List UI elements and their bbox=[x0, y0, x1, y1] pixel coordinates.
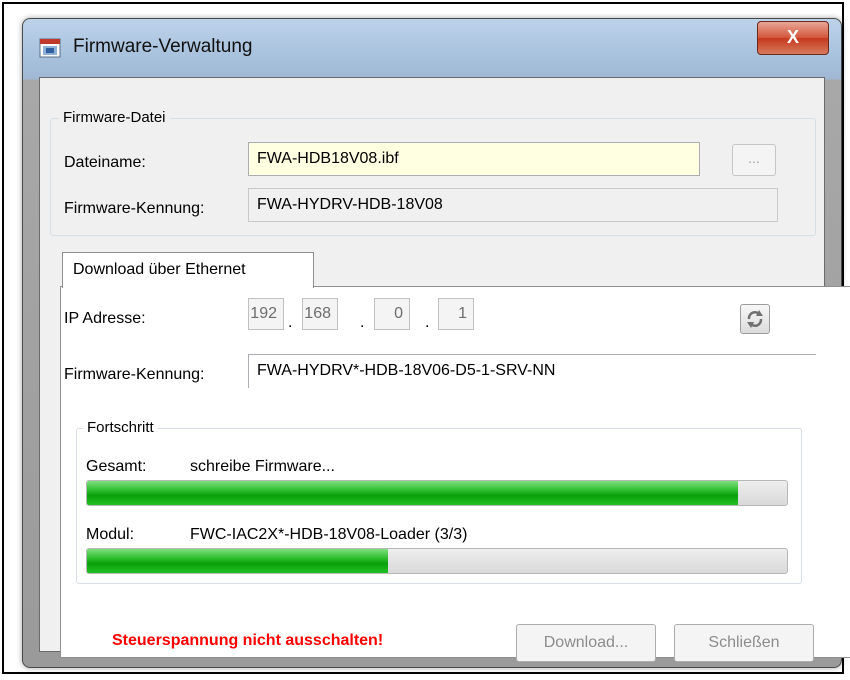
ip-octet-4: 1 bbox=[438, 298, 474, 330]
firmware-id-label: Firmware-Kennung: bbox=[64, 200, 205, 217]
refresh-icon bbox=[747, 310, 763, 328]
tab-download-ethernet[interactable]: Download über Ethernet bbox=[62, 252, 314, 288]
dialog-client-area: Firmware-Datei Dateiname: FWA-HDB18V08.i… bbox=[39, 77, 850, 662]
ip-octet-1: 192 bbox=[248, 298, 284, 330]
group-title-progress: Fortschritt bbox=[83, 419, 158, 436]
window-title: Firmware-Verwaltung bbox=[73, 36, 253, 57]
total-progress-status: schreibe Firmware... bbox=[190, 458, 335, 475]
module-progress-label: Modul: bbox=[86, 526, 135, 543]
firmware-window: Firmware-Verwaltung X Firmware-Datei Dat… bbox=[22, 18, 850, 668]
ip-separator: . bbox=[288, 314, 293, 331]
title-bar[interactable]: Firmware-Verwaltung X bbox=[23, 19, 841, 77]
warning-text: Steuerspannung nicht ausschalten! bbox=[112, 632, 384, 649]
app-icon bbox=[39, 38, 61, 58]
ip-octet-3: 0 bbox=[374, 298, 410, 330]
total-progress-fill bbox=[87, 481, 738, 505]
ethernet-firmware-id-label: Firmware-Kennung: bbox=[64, 366, 205, 383]
module-progress-bar bbox=[86, 548, 788, 574]
browse-button[interactable]: ... bbox=[732, 144, 776, 176]
group-title-firmware-file: Firmware-Datei bbox=[59, 109, 170, 126]
ip-octet-2: 168 bbox=[302, 298, 338, 330]
download-button[interactable]: Download... bbox=[516, 624, 656, 662]
filename-field[interactable]: FWA-HDB18V08.ibf bbox=[248, 142, 700, 176]
ip-address-label: IP Adresse: bbox=[64, 310, 146, 327]
module-progress-fill bbox=[87, 549, 388, 573]
refresh-button[interactable] bbox=[740, 304, 770, 334]
close-window-button[interactable]: X bbox=[757, 21, 829, 55]
browse-button-label: ... bbox=[748, 150, 760, 166]
ip-separator: . bbox=[425, 314, 430, 331]
firmware-id-field: FWA-HYDRV-HDB-18V08 bbox=[248, 188, 778, 222]
close-button[interactable]: Schließen bbox=[674, 624, 814, 662]
ethernet-firmware-id-field: FWA-HYDRV*-HDB-18V06-D5-1-SRV-NN bbox=[248, 354, 816, 388]
filename-label: Dateiname: bbox=[64, 154, 146, 171]
ip-separator: . bbox=[360, 314, 365, 331]
module-progress-status: FWC-IAC2X*-HDB-18V08-Loader (3/3) bbox=[190, 526, 468, 543]
total-progress-label: Gesamt: bbox=[86, 458, 147, 475]
close-icon: X bbox=[786, 27, 799, 47]
total-progress-bar bbox=[86, 480, 788, 506]
